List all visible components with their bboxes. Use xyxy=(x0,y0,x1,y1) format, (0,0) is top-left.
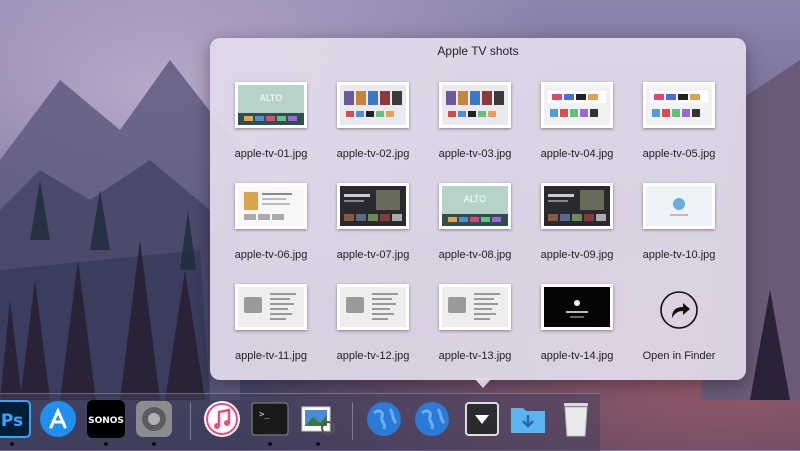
globe-icon-1[interactable] xyxy=(364,399,404,439)
file-thumbnail[interactable] xyxy=(439,284,511,330)
preview-icon[interactable] xyxy=(298,399,338,446)
stack-item[interactable]: ALTO apple-tv-01.jpg xyxy=(220,82,322,183)
stack-item[interactable]: apple-tv-07.jpg xyxy=(322,183,424,284)
stack-grid: ALTO apple-tv-01.jpg apple-tv-02.jpg apple-… xyxy=(220,82,730,385)
svg-text:SONOS: SONOS xyxy=(88,416,124,426)
thumbnail-image xyxy=(340,287,406,327)
thumbnail-image xyxy=(238,287,304,327)
stack-item[interactable]: apple-tv-10.jpg xyxy=(628,183,730,284)
file-thumbnail[interactable] xyxy=(235,183,307,229)
file-thumbnail[interactable] xyxy=(541,183,613,229)
dock-separator xyxy=(352,402,353,440)
file-thumbnail[interactable] xyxy=(235,284,307,330)
file-name-label: apple-tv-05.jpg xyxy=(642,148,716,160)
stack-item[interactable]: apple-tv-05.jpg xyxy=(628,82,730,183)
thumbnail-image xyxy=(544,85,610,125)
file-name-label: apple-tv-03.jpg xyxy=(438,148,512,160)
file-thumbnail[interactable]: ALTO xyxy=(235,82,307,128)
file-name-label: apple-tv-12.jpg xyxy=(336,350,410,362)
stack-title: Apple TV shots xyxy=(437,44,519,58)
file-name-label: apple-tv-08.jpg xyxy=(438,249,512,261)
stack-item[interactable]: apple-tv-06.jpg xyxy=(220,183,322,284)
open-in-finder-label: Open in Finder xyxy=(642,350,716,362)
file-name-label: apple-tv-09.jpg xyxy=(540,249,614,261)
stack-item[interactable]: apple-tv-13.jpg xyxy=(424,284,526,385)
stack-item[interactable]: apple-tv-03.jpg xyxy=(424,82,526,183)
stack-item[interactable]: ALTO apple-tv-08.jpg xyxy=(424,183,526,284)
stack-item[interactable]: apple-tv-14.jpg xyxy=(526,284,628,385)
running-indicator xyxy=(268,442,272,446)
file-thumbnail[interactable] xyxy=(541,284,613,330)
itunes-icon[interactable] xyxy=(202,399,242,439)
file-thumbnail[interactable] xyxy=(541,82,613,128)
file-name-label: apple-tv-07.jpg xyxy=(336,249,410,261)
stack-popover: Apple TV shots ALTO apple-tv-01.jpg apple-… xyxy=(210,38,746,380)
dock-separator xyxy=(190,402,191,440)
system-preferences-icon[interactable] xyxy=(134,399,174,446)
svg-text:>_: >_ xyxy=(259,410,270,420)
stack-item[interactable]: apple-tv-11.jpg xyxy=(220,284,322,385)
photoshop-icon[interactable]: Ps xyxy=(0,399,32,446)
running-indicator xyxy=(10,442,14,446)
trash-icon[interactable] xyxy=(556,399,596,439)
thumbnail-image xyxy=(544,287,610,327)
thumbnail-image: ALTO xyxy=(442,186,508,226)
open-in-finder-icon xyxy=(660,291,698,329)
dock: Ps SONOS >_ xyxy=(0,393,600,451)
stack-item[interactable]: apple-tv-09.jpg xyxy=(526,183,628,284)
file-name-label: apple-tv-13.jpg xyxy=(438,350,512,362)
running-indicator xyxy=(152,442,156,446)
thumbnail-image xyxy=(238,186,304,226)
file-name-label: apple-tv-04.jpg xyxy=(540,148,614,160)
running-indicator xyxy=(104,442,108,446)
thumbnail-image: ALTO xyxy=(238,85,304,125)
file-thumbnail[interactable]: ALTO xyxy=(439,183,511,229)
thumbnail-image xyxy=(646,85,712,125)
thumbnail-image xyxy=(442,85,508,125)
file-thumbnail[interactable] xyxy=(337,82,409,128)
thumbnail-image xyxy=(442,287,508,327)
stack-toggle-icon[interactable] xyxy=(462,399,502,439)
open-in-finder-button[interactable]: Open in Finder xyxy=(628,284,730,385)
globe-icon-2[interactable] xyxy=(412,399,452,439)
stack-item[interactable]: apple-tv-12.jpg xyxy=(322,284,424,385)
file-name-label: apple-tv-14.jpg xyxy=(540,350,614,362)
file-name-label: apple-tv-01.jpg xyxy=(234,148,308,160)
terminal-icon[interactable]: >_ xyxy=(250,399,290,446)
file-thumbnail[interactable] xyxy=(643,82,715,128)
file-name-label: apple-tv-10.jpg xyxy=(642,249,716,261)
sonos-icon[interactable]: SONOS xyxy=(86,399,126,446)
thumbnail-image xyxy=(340,186,406,226)
thumbnail-image xyxy=(544,186,610,226)
svg-text:Ps: Ps xyxy=(1,411,23,431)
file-name-label: apple-tv-06.jpg xyxy=(234,249,308,261)
file-thumbnail[interactable] xyxy=(643,183,715,229)
app-store-icon[interactable] xyxy=(38,399,78,439)
running-indicator xyxy=(316,442,320,446)
file-name-label: apple-tv-11.jpg xyxy=(235,350,307,362)
thumbnail-image xyxy=(340,85,406,125)
file-name-label: apple-tv-02.jpg xyxy=(336,148,410,160)
stack-item[interactable]: apple-tv-02.jpg xyxy=(322,82,424,183)
file-thumbnail[interactable] xyxy=(337,183,409,229)
svg-text:ALTO: ALTO xyxy=(260,94,283,104)
stack-item[interactable]: apple-tv-04.jpg xyxy=(526,82,628,183)
popover-arrow xyxy=(474,378,492,388)
downloads-folder-icon[interactable] xyxy=(508,399,548,439)
thumbnail-image xyxy=(646,186,712,226)
svg-text:ALTO: ALTO xyxy=(464,195,487,205)
file-thumbnail[interactable] xyxy=(337,284,409,330)
file-thumbnail[interactable] xyxy=(439,82,511,128)
